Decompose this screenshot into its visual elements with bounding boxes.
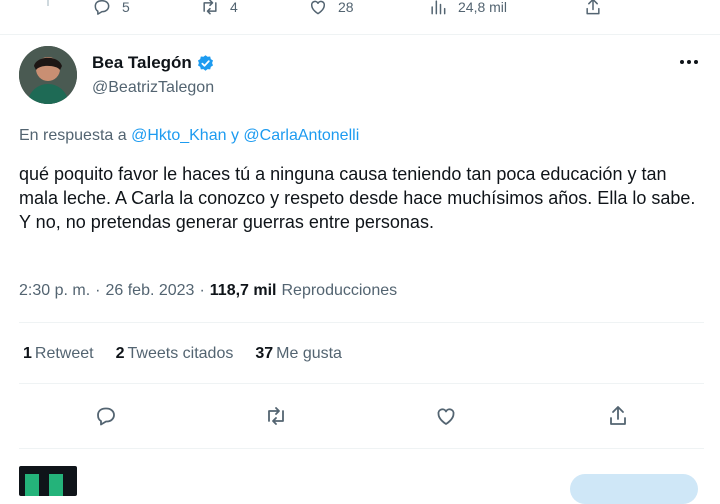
reply-user-link-2[interactable]: @CarlaAntonelli <box>243 127 359 144</box>
reply-user-link-1[interactable]: @Hkto_Khan <box>131 127 226 144</box>
retweets-count: 1 <box>23 345 32 362</box>
share-button[interactable] <box>605 403 631 429</box>
quotes-stat[interactable]: 2 Tweets citados <box>116 345 234 363</box>
next-tweet-follow-button[interactable] <box>570 474 698 504</box>
divider-next <box>19 448 704 449</box>
tweet-text: qué poquito favor le haces tú a ninguna … <box>19 164 696 232</box>
retweet-icon <box>268 407 284 425</box>
prev-retweet-button[interactable]: 4 <box>200 0 238 16</box>
share-icon <box>586 0 600 15</box>
like-icon <box>310 0 326 15</box>
quotes-label: Tweets citados <box>127 345 234 362</box>
like-button[interactable] <box>433 403 459 429</box>
likes-count: 37 <box>255 345 274 362</box>
prev-reply-count: 5 <box>122 0 130 15</box>
meta-separator: · <box>95 282 101 299</box>
prev-reply-button[interactable]: 5 <box>92 0 130 16</box>
prev-share-button[interactable] <box>583 0 603 16</box>
prev-views-count: 24,8 mil <box>458 0 508 15</box>
author-name-text: Bea Talegón <box>92 53 192 72</box>
reply-joiner: y <box>230 127 239 144</box>
like-icon <box>437 408 455 425</box>
divider-top <box>19 322 704 323</box>
avatar-photo <box>19 46 77 104</box>
tweet-time[interactable]: 2:30 p. m. <box>19 282 90 300</box>
prev-views-button[interactable]: 24,8 mil <box>428 0 507 16</box>
divider-bottom <box>19 383 704 384</box>
verified-badge-icon <box>197 54 213 71</box>
retweet-icon <box>203 0 217 15</box>
next-tweet-avatar[interactable] <box>19 466 77 496</box>
reply-prefix: En respuesta a <box>19 127 127 144</box>
reply-context: En respuesta a @Hkto_Khan y @CarlaAntone… <box>19 127 359 145</box>
engagement-stats: 1 Retweet 2 Tweets citados 37 Me gusta <box>23 345 342 363</box>
retweets-stat[interactable]: 1 Retweet <box>23 345 94 363</box>
tweet-date[interactable]: 26 feb. 2023 <box>105 282 194 300</box>
author-handle[interactable]: @BeatrizTalegon <box>92 79 214 97</box>
retweet-button[interactable] <box>263 403 289 429</box>
thread-connector-line <box>47 0 49 6</box>
prev-like-button[interactable]: 28 <box>308 0 354 16</box>
share-icon <box>610 406 626 425</box>
meta-separator-2: · <box>199 282 205 299</box>
prev-retweet-count: 4 <box>230 0 238 15</box>
more-options-button[interactable] <box>680 60 704 66</box>
reply-icon <box>94 0 110 15</box>
likes-stat[interactable]: 37 Me gusta <box>255 345 342 363</box>
prev-like-count: 28 <box>338 0 354 15</box>
views-icon <box>431 0 446 15</box>
likes-label: Me gusta <box>276 345 342 362</box>
previous-tweet-actions: 5 4 28 24,8 mil <box>0 0 720 35</box>
views-label: Reproducciones <box>281 282 398 299</box>
views-count: 118,7 mil <box>209 282 277 299</box>
quotes-count: 2 <box>115 345 125 362</box>
more-icon <box>680 60 684 64</box>
author-name[interactable]: Bea Talegón <box>92 53 215 73</box>
reply-button[interactable] <box>93 403 119 429</box>
author-avatar[interactable] <box>19 46 77 104</box>
retweets-label: Retweet <box>34 345 94 362</box>
reply-icon <box>97 407 115 426</box>
tweet-meta: 2:30 p. m. · 26 feb. 2023 · 118,7 mil Re… <box>19 282 397 300</box>
